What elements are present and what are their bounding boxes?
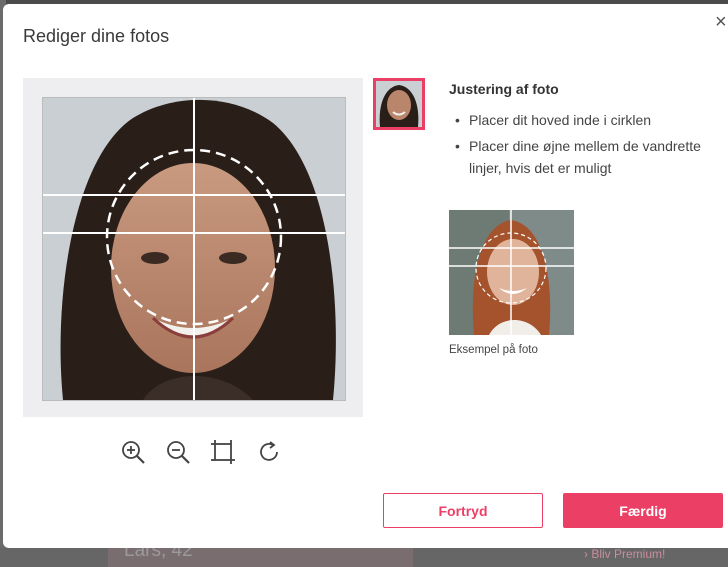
editor-toolbar [119,438,289,468]
instructions-list: • Placer dit hoved inde i cirklen • Plac… [451,109,726,183]
instruction-item: • Placer dine øjne mellem de vandrette l… [451,135,726,179]
example-photo [449,210,574,335]
dialog-title: Rediger dine fotos [23,26,170,46]
background-premium-link[interactable]: › Bliv Premium! [584,547,665,561]
close-icon[interactable]: × [715,12,728,32]
zoom-out-icon[interactable] [164,438,192,466]
instruction-text: Placer dine øjne mellem de vandrette lin… [469,138,701,176]
editable-photo[interactable] [43,98,345,400]
instructions-title: Justering af foto [449,81,559,97]
rotate-icon[interactable] [255,438,283,466]
done-button[interactable]: Færdig [563,493,723,528]
photo-editor-area[interactable] [23,78,363,417]
cancel-button[interactable]: Fortryd [383,493,543,528]
zoom-in-icon[interactable] [119,438,147,466]
crop-frame[interactable] [42,97,346,401]
example-caption: Eksempel på foto [449,344,538,356]
crop-icon[interactable] [209,438,237,466]
photo-thumbnail[interactable] [373,78,425,130]
bullet: • [455,112,460,128]
instruction-item: • Placer dit hoved inde i cirklen [451,109,726,131]
instruction-text: Placer dit hoved inde i cirklen [469,112,652,128]
bullet: • [455,138,460,154]
edit-photos-dialog: Rediger dine fotos × Justering af foto •… [3,4,728,548]
